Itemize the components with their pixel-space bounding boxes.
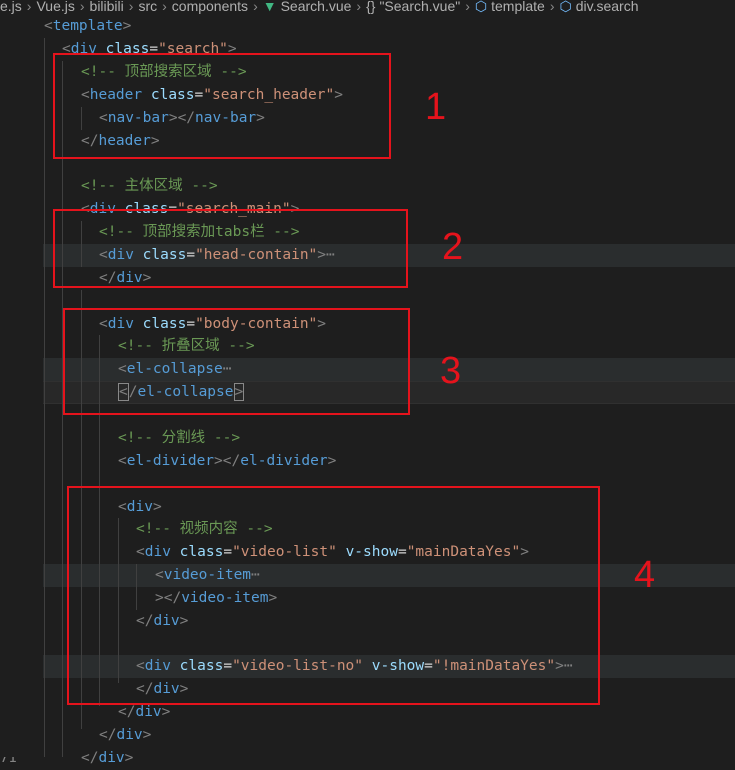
chevron-right-icon: › (253, 0, 258, 14)
code-line[interactable]: <!-- 主体区域 --> (44, 175, 735, 198)
bracket: < (44, 18, 53, 34)
tag-name: div (98, 750, 125, 766)
tag-name: template (52, 18, 123, 34)
chevron-right-icon: › (128, 0, 134, 14)
breadcrumb-item[interactable]: "Search.vue" (379, 0, 460, 14)
annotation-box (63, 308, 410, 415)
breadcrumb-item[interactable]: template (491, 0, 545, 14)
annotation-label: 4 (634, 554, 656, 596)
annotation-box (67, 486, 600, 705)
chevron-right-icon: › (465, 0, 470, 14)
breadcrumb: e.js › Vue.js › bilibili › src › components › ▼ Sea… (0, 0, 735, 15)
chevron-right-icon: › (26, 0, 32, 14)
tag-name: el-divider (126, 453, 215, 469)
bracket: </ (99, 727, 117, 743)
bracket: > (124, 750, 134, 766)
code-line[interactable]: <el-divider></el-divider> (44, 450, 735, 473)
bracket: < (118, 453, 127, 469)
breadcrumb-item[interactable]: components (172, 0, 248, 14)
chevron-right-icon: › (162, 0, 167, 14)
annotation-label: 3 (440, 350, 462, 392)
bracket: ></ (214, 453, 241, 469)
vue-icon: ▼ (262, 0, 277, 14)
bracket: </ (81, 750, 99, 766)
bracket: > (122, 18, 132, 34)
bracket: > (327, 453, 337, 469)
tag-name: el-divider (240, 453, 328, 469)
code-line[interactable]: <template> (44, 15, 735, 38)
code-line[interactable]: </div> (44, 747, 735, 770)
chevron-right-icon: › (79, 0, 85, 14)
breadcrumb-item[interactable]: bilibili (90, 0, 124, 14)
breadcrumb-item[interactable]: Search.vue (281, 0, 352, 14)
tag-name: div (116, 727, 143, 743)
code-line[interactable]: </div> (44, 724, 735, 747)
breadcrumb-item[interactable]: Vue.js (36, 0, 74, 14)
breadcrumb-item[interactable]: div.search (576, 0, 639, 14)
code-comment: <!-- 主体区域 --> (81, 178, 218, 194)
bracket: </ (118, 704, 136, 720)
annotation-label: 1 (425, 86, 447, 128)
breadcrumb-item[interactable]: src (138, 0, 157, 14)
annotation-box (53, 209, 408, 288)
line-number-gutter (0, 0, 42, 757)
code-line[interactable]: <!-- 分割线 --> (44, 427, 735, 450)
braces-icon: {} (366, 0, 376, 14)
chevron-right-icon: › (356, 0, 362, 14)
chevron-right-icon: › (549, 0, 555, 14)
bracket: > (142, 727, 152, 743)
bracket: > (161, 704, 171, 720)
tag-name: div (135, 704, 162, 720)
annotation-label: 2 (442, 226, 464, 268)
code-comment: <!-- 分割线 --> (118, 430, 241, 446)
breadcrumb-item[interactable]: e.js (0, 0, 22, 14)
annotation-box (53, 53, 391, 159)
element-icon: ⬡ (474, 0, 488, 14)
element-icon: ⬡ (559, 0, 572, 14)
